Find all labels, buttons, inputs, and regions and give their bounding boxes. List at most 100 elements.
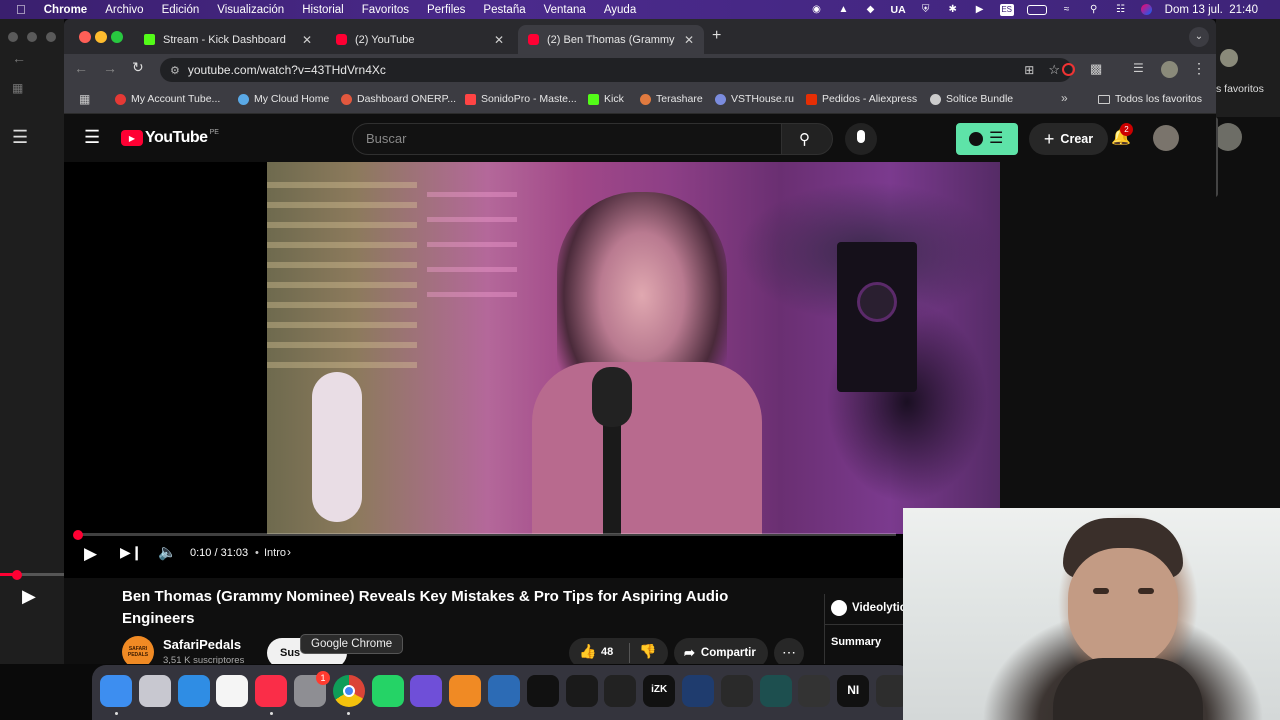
- chevron-right-icon[interactable]: ›: [287, 545, 291, 559]
- bookmark-item[interactable]: My Cloud Home: [238, 93, 329, 105]
- dock-app-app-17[interactable]: [720, 675, 753, 707]
- back-window-avatar[interactable]: [1214, 123, 1242, 151]
- menu-ayuda[interactable]: Ayuda: [604, 4, 636, 16]
- search-button[interactable]: ⚲: [781, 123, 833, 155]
- tab-close-icon[interactable]: ✕: [684, 33, 694, 47]
- play-icon[interactable]: ▶: [84, 544, 97, 564]
- scrubber-handle[interactable]: [73, 530, 83, 540]
- apps-grid-icon[interactable]: ▦: [79, 92, 90, 106]
- background-scrubber-handle[interactable]: [12, 570, 22, 580]
- share-button[interactable]: ➦ Compartir: [674, 638, 768, 664]
- profile-avatar[interactable]: [1161, 61, 1178, 78]
- tab-close-icon[interactable]: ✕: [494, 33, 504, 47]
- extensions-icon[interactable]: ▩: [1090, 61, 1102, 77]
- input-source[interactable]: UA: [890, 4, 905, 16]
- create-button[interactable]: + Crear: [1029, 123, 1108, 155]
- channel-name[interactable]: SafariPedals: [163, 637, 241, 652]
- apple-menu-icon[interactable]: : [16, 2, 26, 17]
- bookmark-item[interactable]: My Account Tube...: [115, 93, 220, 105]
- bookmark-item[interactable]: VSTHouse.ru: [715, 93, 794, 105]
- shield-icon[interactable]: ⛨: [919, 4, 933, 16]
- dock-app-safari[interactable]: [177, 675, 210, 707]
- video-player[interactable]: ▶ ▶❙ 🔈 0:10 / 31:03 • Intro ›: [64, 162, 1000, 578]
- install-app-icon[interactable]: ⊞: [1024, 63, 1034, 77]
- dock-app-app-14[interactable]: [604, 675, 637, 707]
- menu-historial[interactable]: Historial: [302, 4, 344, 16]
- more-actions-icon[interactable]: ⋯: [774, 638, 804, 664]
- chrome-menu-icon[interactable]: ⋮: [1192, 60, 1206, 77]
- dock-app-waves[interactable]: [526, 675, 559, 707]
- search-input[interactable]: Buscar: [352, 123, 782, 155]
- back-window-back-icon[interactable]: ←: [12, 50, 26, 66]
- play-status-icon[interactable]: ▶: [973, 4, 987, 16]
- app-menu[interactable]: Chrome: [44, 4, 87, 16]
- bookmark-item[interactable]: Kick: [588, 93, 624, 105]
- back-window-zoom-icon[interactable]: [46, 32, 56, 42]
- dock-app-music[interactable]: [255, 675, 288, 707]
- record-extension-icon[interactable]: [1062, 63, 1075, 76]
- tab-summary[interactable]: Summary: [831, 636, 881, 648]
- video-frame[interactable]: [267, 162, 1000, 534]
- chapter-title[interactable]: Intro: [264, 547, 286, 559]
- notifications-button[interactable]: 🔔 2: [1111, 123, 1133, 147]
- bluetooth-icon[interactable]: ✱: [946, 4, 960, 16]
- window-close-icon[interactable]: [79, 31, 91, 43]
- next-icon[interactable]: ▶❙: [120, 544, 143, 561]
- back-window-minimize-icon[interactable]: [27, 32, 37, 42]
- voice-search-button[interactable]: [845, 123, 877, 155]
- status-circle-icon[interactable]: ◉: [809, 4, 823, 16]
- bookmark-star-icon[interactable]: ☆: [1048, 62, 1060, 78]
- spotlight-search-icon[interactable]: ⚲: [1087, 4, 1101, 16]
- channel-avatar[interactable]: SAFARI PEDALS: [122, 636, 154, 664]
- dock-app-photos[interactable]: [216, 675, 249, 707]
- tab-close-icon[interactable]: ✕: [302, 33, 312, 47]
- menu-archivo[interactable]: Archivo: [105, 4, 143, 16]
- like-button[interactable]: 👍: [579, 643, 596, 660]
- window-zoom-icon[interactable]: [111, 31, 123, 43]
- back-window-menu-icon[interactable]: ☰: [12, 127, 28, 148]
- bookmark-item[interactable]: Dashboard ONERP...: [341, 93, 456, 105]
- keyboard-es-icon[interactable]: ES: [999, 3, 1014, 16]
- all-favorites-folder[interactable]: Todos los favoritos: [1098, 93, 1202, 105]
- status-triangle-icon[interactable]: ▲: [836, 4, 850, 16]
- menu-pestana[interactable]: Pestaña: [483, 4, 525, 16]
- account-avatar[interactable]: [1153, 125, 1179, 151]
- dock-app-app-11[interactable]: [488, 675, 520, 707]
- menu-ventana[interactable]: Ventana: [544, 4, 586, 16]
- url-text[interactable]: youtube.com/watch?v=43THdVrn4Xc: [188, 63, 386, 77]
- window-minimize-icon[interactable]: [95, 31, 107, 43]
- dock-app-fl-studio[interactable]: [449, 675, 482, 707]
- tab-search-icon[interactable]: ⌄: [1189, 27, 1209, 47]
- dock-app-app-13[interactable]: [565, 675, 598, 707]
- guide-menu-icon[interactable]: ☰: [84, 127, 100, 148]
- bookmark-item[interactable]: Pedidos - Aliexpress: [806, 93, 917, 105]
- dock-app-system-settings[interactable]: 1: [294, 671, 330, 707]
- dock-app-arc[interactable]: [410, 675, 443, 707]
- dock-app-app-16[interactable]: [682, 675, 714, 707]
- back-window-apps-icon[interactable]: ▦: [12, 81, 23, 95]
- bookmark-item[interactable]: SonidoPro - Maste...: [465, 93, 577, 105]
- back-icon[interactable]: ←: [74, 60, 88, 76]
- address-bar[interactable]: ⚙ youtube.com/watch?v=43THdVrn4Xc ⊞ ☆: [160, 58, 1072, 82]
- clock[interactable]: Dom 13 jul. 21:40: [1165, 4, 1258, 16]
- tab-ben-thomas-video[interactable]: (2) Ben Thomas (Grammy No ✕: [518, 25, 704, 54]
- menu-perfiles[interactable]: Perfiles: [427, 4, 465, 16]
- forward-icon[interactable]: →: [103, 60, 117, 76]
- dock-app-whatsapp[interactable]: [371, 675, 404, 707]
- reload-icon[interactable]: ↻: [132, 59, 144, 76]
- menu-favoritos[interactable]: Favoritos: [362, 4, 409, 16]
- new-tab-icon[interactable]: +: [712, 27, 721, 45]
- youtube-logo[interactable]: ▶ YouTube PE: [121, 129, 219, 147]
- progress-bar[interactable]: [76, 533, 896, 536]
- dock-app-app-18[interactable]: [759, 675, 792, 707]
- bookmark-item[interactable]: Terashare: [640, 93, 703, 105]
- status-diamond-icon[interactable]: ◆: [863, 4, 877, 16]
- background-play-icon[interactable]: ▶: [22, 586, 36, 607]
- dock-app-google-chrome[interactable]: [332, 675, 365, 707]
- bookmark-item[interactable]: Soltice Bundle: [930, 93, 1013, 105]
- dock-app-launchpad[interactable]: [138, 675, 171, 707]
- dock-app-izotope[interactable]: iZK: [643, 675, 676, 707]
- dock-app-finder[interactable]: [100, 675, 132, 707]
- dock-app-native-access[interactable]: NI: [837, 675, 870, 707]
- battery-icon[interactable]: [1026, 4, 1047, 15]
